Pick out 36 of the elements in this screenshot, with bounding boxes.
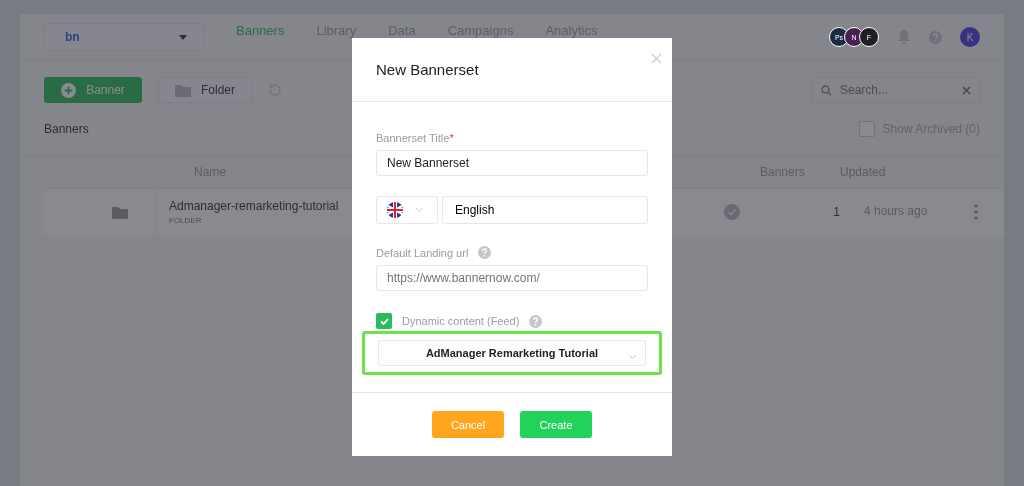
add-banner-button[interactable]: Banner [44,77,142,103]
row-name: Admanager-remarketing-tutorial [169,199,339,213]
field-label: Default Landing url [376,246,648,259]
field-label: Bannerset Title* [376,132,455,144]
user-avatar[interactable]: K [960,27,980,47]
chevron-down-icon [628,354,637,360]
dynamic-content-checkbox[interactable]: Dynamic content (Feed) [376,313,648,329]
nav-tab[interactable]: Banners [236,22,285,38]
logo: bn [65,30,80,44]
help-icon [478,246,492,259]
banner-count: 1 [832,205,841,219]
cancel-button[interactable]: Cancel [432,411,504,438]
plus-circle-icon [61,82,77,98]
caret-icon [179,34,187,40]
landing-url-field[interactable]: https://www.bannernow.com/ [376,265,648,291]
flag-icon [387,202,403,218]
language-field[interactable]: English [442,196,648,224]
clear-icon[interactable] [962,85,971,95]
help-icon [929,30,942,44]
more-icon[interactable] [974,204,978,220]
folder-icon [112,205,128,219]
search-field[interactable]: Search... [812,77,980,103]
create-button[interactable]: Create [520,411,592,438]
workspace-dropdown[interactable]: bn [44,23,204,51]
section-title: Banners [44,122,89,136]
feed-dropdown[interactable]: AdManager Remarketing Tutorial [378,340,646,366]
title-field[interactable]: New Bannerset [376,150,648,176]
folder-icon [175,83,191,97]
language-dropdown[interactable] [376,196,438,224]
add-folder-button[interactable]: Folder [158,77,252,103]
help-icon [529,314,543,328]
check-icon [379,317,389,325]
dialog-title: New Bannerset [376,61,479,78]
search-input[interactable]: Search... [838,82,956,98]
chevron-down-icon [415,207,424,213]
search-icon [821,84,832,96]
